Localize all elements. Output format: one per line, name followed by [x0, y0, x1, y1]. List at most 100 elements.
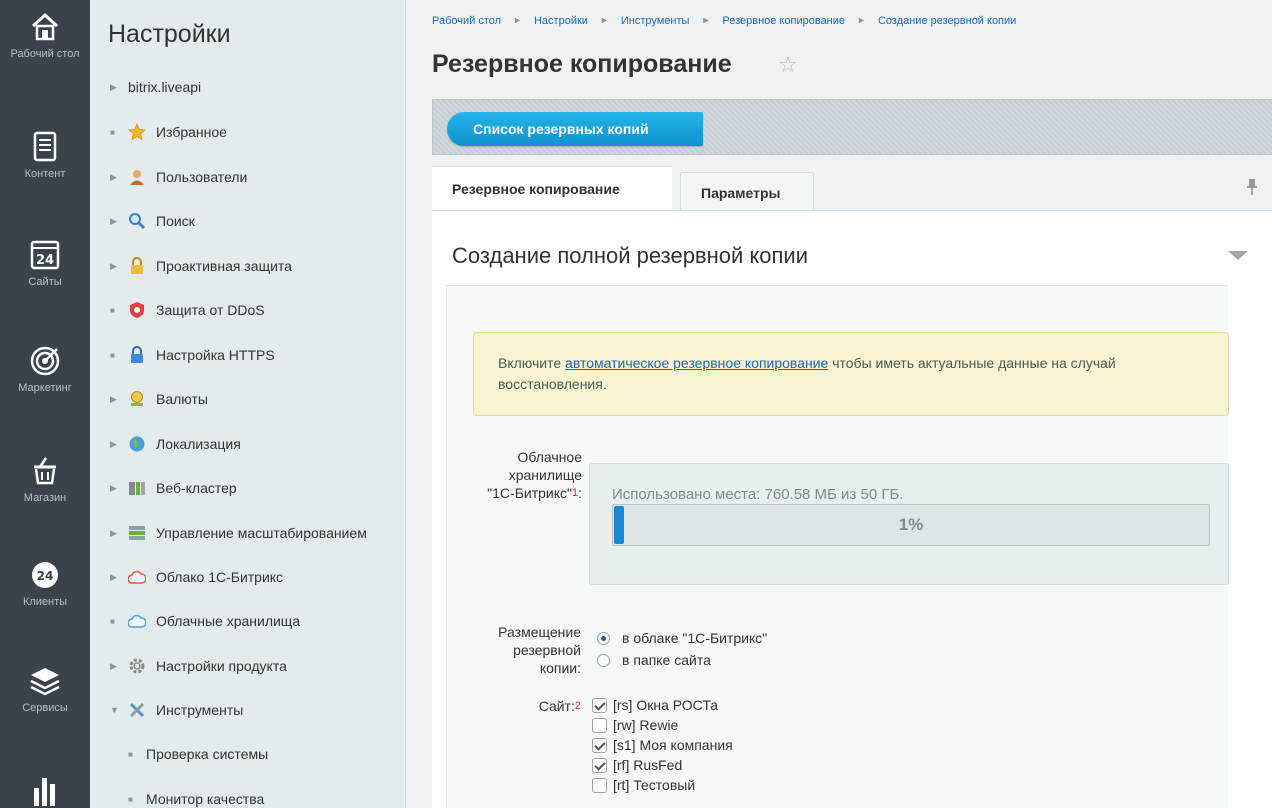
radio-button[interactable]	[597, 631, 610, 645]
bullet-icon: ■	[110, 305, 115, 315]
site-checkbox-label: [rf] RusFed	[613, 757, 683, 773]
sidebar-item[interactable]: ▶ bitrix.liveapi	[90, 74, 406, 100]
site-checkbox-row[interactable]: [s1] Моя компания	[592, 736, 733, 754]
rail-label: Магазин	[23, 492, 67, 504]
sidebar-item[interactable]: ■ Облачные хранилища	[90, 608, 406, 634]
site-checkbox[interactable]	[592, 737, 607, 753]
rail-item-marketing[interactable]: Маркетинг	[0, 344, 90, 395]
site-checkbox[interactable]	[592, 697, 607, 713]
magnifier-icon	[128, 212, 148, 230]
auto-backup-link[interactable]: автоматическое резервное копирование	[565, 355, 828, 371]
sidebar-item[interactable]: ■ Проверка системы	[90, 741, 406, 767]
radio-label: в папке сайта	[622, 652, 711, 668]
sidebar-item[interactable]: ▶ Локализация	[90, 431, 406, 457]
backup-form: Включите автоматическое резервное копиро…	[446, 285, 1229, 808]
sidebar-item[interactable]: ▶ Облако 1С-Битрикс	[90, 564, 406, 590]
bullet-icon: ■	[128, 794, 133, 804]
expand-arrow-icon[interactable]: ▶	[110, 572, 128, 583]
expand-arrow-icon[interactable]: ▶	[110, 82, 128, 93]
collapse-arrow-icon[interactable]: ▼	[110, 705, 128, 715]
calendar-24-icon: 24	[28, 238, 62, 272]
tab-parameters[interactable]: Параметры	[680, 172, 814, 212]
expand-arrow-icon[interactable]: ▶	[110, 439, 128, 450]
sidebar-item[interactable]: ▶ Настройки продукта	[90, 653, 406, 679]
sidebar-item[interactable]: ▶ Веб-кластер	[90, 475, 406, 501]
backup-list-button[interactable]: Список резервных копий	[447, 112, 703, 146]
bullet-icon: ■	[128, 749, 133, 759]
rail-item-desktop[interactable]: Рабочий стол	[0, 10, 90, 61]
rail-label: Маркетинг	[18, 382, 72, 394]
expand-arrow-icon[interactable]: ▶	[110, 172, 128, 183]
svg-text:24: 24	[36, 253, 54, 268]
sidebar-item[interactable]: ■ Монитор качества	[90, 786, 406, 808]
site-checkbox[interactable]	[592, 777, 607, 793]
rail-item-clients[interactable]: 24 Клиенты	[0, 558, 90, 609]
site-checkbox-row[interactable]: [rf] RusFed	[592, 756, 682, 774]
site-checkbox-row[interactable]: [rw] Rewie	[592, 716, 678, 734]
sidebar-item[interactable]: ▶ Пользователи	[90, 164, 406, 190]
https-lock-icon	[128, 346, 148, 364]
sidebar-item-label: Облако 1С-Битрикс	[156, 569, 284, 585]
sidebar-item[interactable]: ▼ Инструменты	[90, 697, 406, 723]
rail-label: Контент	[24, 168, 66, 180]
breadcrumb-item[interactable]: Создание резервной копии	[878, 15, 1016, 27]
storage-label-line: Облачное	[517, 449, 582, 465]
expand-arrow-icon[interactable]: ▶	[110, 528, 128, 539]
rail-label: Клиенты	[22, 596, 68, 608]
radio-cloud[interactable]: в облаке "1С-Битрикс"	[597, 630, 767, 646]
bullet-icon: ■	[110, 127, 115, 137]
rail-item-sites[interactable]: 24 Сайты	[0, 238, 90, 289]
sidebar-item[interactable]: ▶ Управление масштабированием	[90, 520, 406, 546]
basket-icon	[28, 454, 62, 488]
rail-label: Сервисы	[22, 702, 68, 714]
rail-item-content[interactable]: Контент	[0, 130, 90, 181]
breadcrumb-item[interactable]: Рабочий стол	[432, 15, 501, 27]
expand-arrow-icon[interactable]: ▶	[110, 483, 128, 494]
site-checkbox-row[interactable]: [rs] Окна РОСТа	[592, 696, 718, 714]
storage-label-line: "1С-Битрикс"1:	[457, 484, 582, 502]
tab-backup[interactable]: Резервное копирование	[432, 166, 672, 210]
rail-item-shop[interactable]: Магазин	[0, 454, 90, 505]
sidebar-item-label: Проактивная защита	[156, 258, 292, 274]
radio-site-folder[interactable]: в папке сайта	[597, 652, 711, 668]
chevron-right-icon: ►	[513, 15, 522, 25]
site-checkbox-row[interactable]: [rt] Тестовый	[592, 776, 695, 794]
sidebar-item[interactable]: ■ Защита от DDoS	[90, 297, 406, 323]
expand-arrow-icon[interactable]: ▶	[110, 661, 128, 672]
rail-item-services[interactable]: Сервисы	[0, 664, 90, 715]
crm-24-icon: 24	[28, 558, 62, 592]
breadcrumb-item[interactable]: Инструменты	[621, 15, 690, 27]
shield-icon	[128, 301, 148, 319]
footnote-mark: 2	[574, 700, 581, 712]
document-icon	[28, 130, 62, 164]
main-area: Рабочий стол ► Настройки ► Инструменты ►…	[406, 0, 1272, 808]
collapse-triangle-icon[interactable]	[1228, 251, 1248, 260]
rail-item-analytics[interactable]	[0, 772, 90, 806]
tabs: Резервное копирование Параметры	[432, 166, 1272, 212]
storage-usage-text: Использовано места: 760.58 МБ из 50 ГБ.	[612, 486, 904, 503]
sidebar-item[interactable]: ▶ Валюты	[90, 386, 406, 412]
sidebar-item-label: bitrix.liveapi	[128, 79, 202, 95]
pin-icon[interactable]	[1246, 178, 1258, 201]
cloud-icon	[127, 568, 148, 586]
breadcrumb-item[interactable]: Настройки	[534, 15, 588, 27]
breadcrumb-item[interactable]: Резервное копирование	[722, 15, 845, 27]
sidebar-item[interactable]: ▶ Поиск	[90, 208, 406, 234]
expand-arrow-icon[interactable]: ▶	[110, 394, 128, 405]
radio-button[interactable]	[597, 653, 610, 667]
site-checkbox-label: [rw] Rewie	[613, 717, 679, 733]
favorite-star-icon[interactable]: ☆	[778, 52, 798, 78]
section-title: Создание полной резервной копии	[452, 243, 808, 268]
layers-icon	[28, 664, 62, 698]
progress-percent: 1%	[898, 515, 924, 534]
sidebar-item[interactable]: ■ Настройка HTTPS	[90, 342, 406, 368]
site-checkbox[interactable]	[592, 757, 607, 773]
sidebar-item[interactable]: ■ Избранное	[90, 119, 406, 145]
label-colon: :	[578, 485, 582, 501]
site-checkbox[interactable]	[592, 717, 607, 733]
sidebar-item-label: Защита от DDoS	[156, 302, 265, 318]
sidebar-item-label: Монитор качества	[146, 791, 265, 807]
expand-arrow-icon[interactable]: ▶	[110, 261, 128, 272]
expand-arrow-icon[interactable]: ▶	[110, 216, 128, 227]
sidebar-item[interactable]: ▶ Проактивная защита	[90, 253, 406, 279]
